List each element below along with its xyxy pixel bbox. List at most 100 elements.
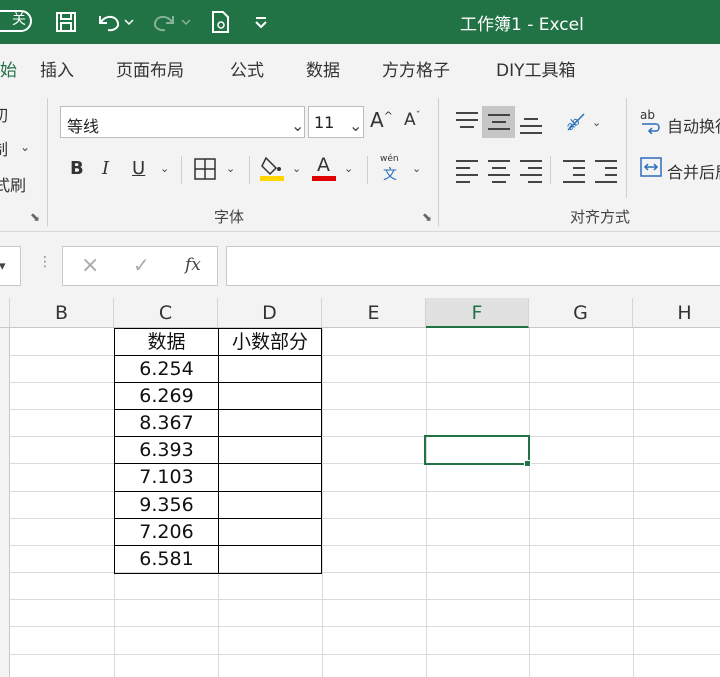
copy-button[interactable]: 制 bbox=[0, 136, 8, 160]
cut-button[interactable]: 切 bbox=[0, 102, 8, 126]
chevron-down-icon[interactable]: ⌄ bbox=[20, 140, 30, 154]
gridline bbox=[529, 328, 530, 677]
italic-button[interactable]: I bbox=[102, 158, 109, 179]
table-cell[interactable]: 6.393 bbox=[115, 437, 218, 464]
divider bbox=[550, 156, 551, 184]
align-right-icon[interactable] bbox=[520, 160, 542, 188]
cancel-icon[interactable]: × bbox=[81, 253, 99, 278]
increase-indent-icon[interactable] bbox=[595, 160, 617, 188]
chevron-down-icon[interactable]: ⌄ bbox=[592, 116, 601, 129]
font-group-label: 字体 bbox=[214, 208, 245, 226]
table-cell[interactable]: 9.356 bbox=[115, 492, 218, 519]
save-icon[interactable] bbox=[52, 8, 80, 36]
undo-icon[interactable] bbox=[95, 8, 135, 36]
gridline bbox=[633, 328, 634, 677]
column-header-f[interactable]: F bbox=[426, 298, 529, 328]
font-launcher-icon[interactable]: ⬊ bbox=[422, 210, 432, 224]
chevron-down-icon[interactable]: ⌄ bbox=[226, 162, 235, 175]
fill-color-icon[interactable] bbox=[260, 154, 284, 186]
increase-font-size-icon[interactable]: A^ bbox=[370, 108, 393, 132]
chevron-down-icon[interactable]: ⌄ bbox=[292, 162, 301, 175]
window-title: 工作簿1 - Excel bbox=[460, 15, 584, 35]
align-middle-icon bbox=[488, 114, 510, 135]
insert-function-icon[interactable]: fx bbox=[185, 255, 201, 275]
table-cell[interactable]: 6.581 bbox=[115, 546, 218, 573]
decrease-indent-icon[interactable] bbox=[563, 160, 585, 188]
chevron-down-icon[interactable]: ⌄ bbox=[160, 162, 169, 175]
column-header-b[interactable]: B bbox=[10, 298, 114, 328]
table-cell[interactable] bbox=[219, 492, 321, 519]
wrap-text-button[interactable]: 自动换行 bbox=[667, 113, 720, 137]
borders-icon[interactable] bbox=[194, 158, 216, 184]
formula-input[interactable] bbox=[226, 246, 720, 286]
column-header-e[interactable]: E bbox=[322, 298, 426, 328]
column-header-d[interactable]: D bbox=[218, 298, 322, 328]
gridline bbox=[10, 626, 720, 627]
decrease-font-size-icon[interactable]: Aˇ bbox=[404, 110, 421, 130]
table-cell[interactable] bbox=[219, 410, 321, 437]
cell-d1-header[interactable]: 小数部分 bbox=[219, 329, 321, 356]
svg-text:ab: ab bbox=[563, 114, 582, 132]
bold-button[interactable]: B bbox=[70, 158, 84, 179]
align-bottom-icon[interactable] bbox=[520, 118, 542, 139]
tab-insert[interactable]: 插入 bbox=[40, 56, 74, 81]
column-header-g[interactable]: G bbox=[529, 298, 633, 328]
table-cell[interactable] bbox=[219, 519, 321, 546]
divider bbox=[181, 156, 182, 184]
table-cell[interactable] bbox=[219, 437, 321, 464]
table-cell[interactable]: 6.269 bbox=[115, 383, 218, 410]
chevron-down-icon[interactable]: ⌄ bbox=[412, 162, 421, 175]
align-left-icon[interactable] bbox=[456, 160, 478, 188]
worksheet-grid[interactable]: B C D E F G H 数据 小数部分 6.254 6.269 8.367 … bbox=[0, 298, 720, 677]
font-name-select[interactable]: 等线 ⌄ bbox=[60, 106, 305, 138]
chevron-down-icon[interactable]: ⌄ bbox=[344, 162, 353, 175]
fill-handle[interactable] bbox=[524, 460, 531, 467]
customize-toolbar-icon[interactable] bbox=[250, 8, 272, 36]
column-header-h[interactable]: H bbox=[633, 298, 720, 328]
gridline bbox=[10, 599, 720, 600]
tab-diy-toolbox[interactable]: DIY工具箱 bbox=[496, 56, 576, 81]
font-color-icon[interactable]: A bbox=[312, 154, 338, 182]
print-preview-icon[interactable] bbox=[207, 8, 235, 36]
title-bar: 关 工作簿1 - Excel bbox=[0, 0, 720, 44]
formula-bar: ▾ ⋮ × ✓ fx bbox=[0, 232, 720, 298]
wrap-text-icon[interactable]: ab bbox=[640, 108, 662, 134]
column-header-c[interactable]: C bbox=[114, 298, 218, 328]
table-cell[interactable] bbox=[219, 464, 321, 491]
name-box[interactable]: ▾ bbox=[0, 246, 21, 286]
gridline bbox=[10, 654, 720, 655]
redo-icon[interactable] bbox=[152, 8, 192, 36]
orientation-icon[interactable]: ab bbox=[562, 108, 586, 136]
font-size-select[interactable]: 11 ⌄ bbox=[308, 106, 364, 138]
tab-formulas[interactable]: 公式 bbox=[230, 56, 264, 81]
tab-page-layout[interactable]: 页面布局 bbox=[116, 56, 184, 81]
table-cell[interactable]: 8.367 bbox=[115, 410, 218, 437]
merge-center-button[interactable]: 合并后居中 bbox=[667, 159, 720, 183]
underline-button[interactable]: U bbox=[132, 158, 145, 179]
row-headers[interactable] bbox=[0, 328, 10, 677]
formula-controls: × ✓ fx bbox=[62, 246, 218, 286]
phonetic-guide-icon[interactable]: wén 文 bbox=[380, 154, 404, 184]
table-cell[interactable]: 7.206 bbox=[115, 519, 218, 546]
format-painter-button[interactable]: 式刷 bbox=[0, 172, 26, 196]
tab-data[interactable]: 数据 bbox=[306, 56, 340, 81]
resize-handle-icon[interactable]: ⋮ bbox=[38, 254, 52, 270]
table-cell[interactable]: 6.254 bbox=[115, 356, 218, 383]
enter-icon[interactable]: ✓ bbox=[133, 253, 150, 277]
home-tab-edge[interactable]: 始 bbox=[0, 56, 17, 81]
cell-c1-header[interactable]: 数据 bbox=[115, 329, 218, 356]
align-top-icon[interactable] bbox=[456, 112, 478, 133]
table-cell[interactable] bbox=[219, 356, 321, 383]
table-border bbox=[321, 328, 322, 574]
merge-center-icon[interactable] bbox=[640, 156, 662, 182]
selected-cell[interactable] bbox=[424, 435, 530, 465]
table-cell[interactable] bbox=[219, 546, 321, 573]
table-cell[interactable] bbox=[219, 383, 321, 410]
align-center-icon[interactable] bbox=[488, 160, 510, 188]
table-cell[interactable]: 7.103 bbox=[115, 464, 218, 491]
row-header-corner[interactable] bbox=[0, 298, 10, 328]
clipboard-launcher-icon[interactable]: ⬊ bbox=[30, 210, 40, 224]
chevron-down-icon: ⌄ bbox=[291, 116, 305, 135]
tab-fangfange[interactable]: 方方格子 bbox=[382, 56, 450, 81]
ribbon: 切 制 ⌄ 式刷 ⬊ 等线 ⌄ 11 ⌄ A^ Aˇ B I U ⌄ ⌄ ⌄ A… bbox=[0, 90, 720, 232]
